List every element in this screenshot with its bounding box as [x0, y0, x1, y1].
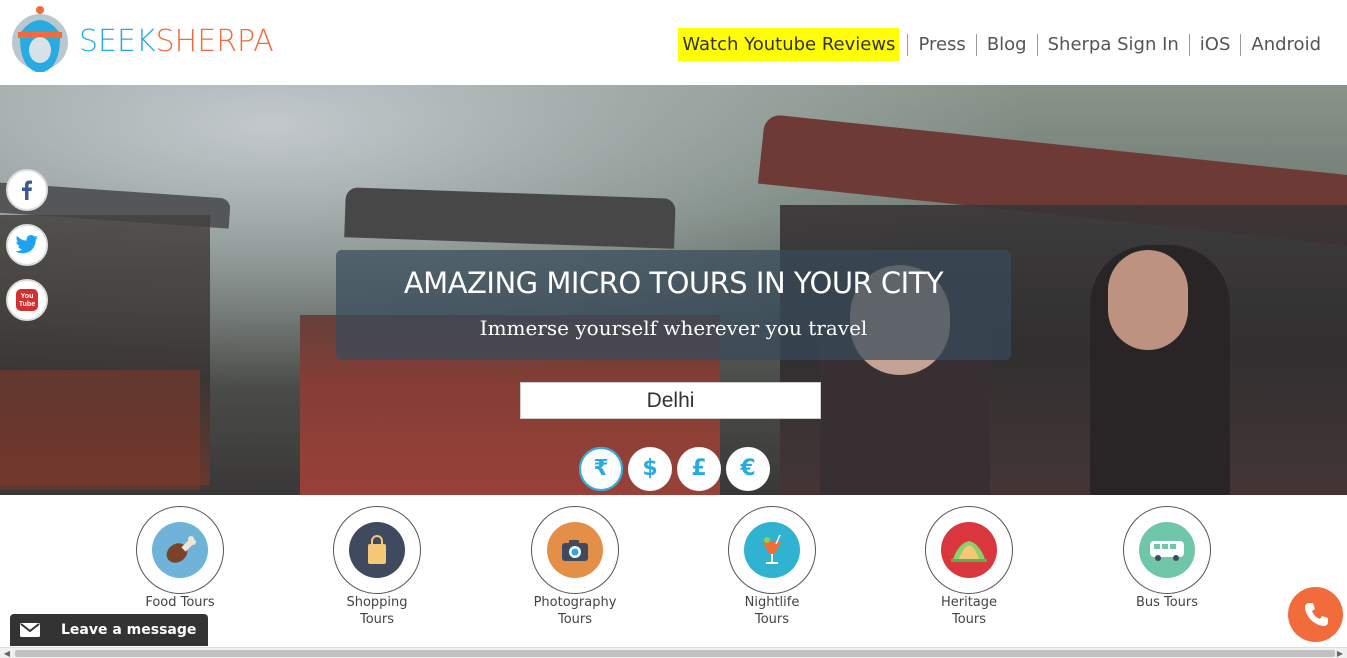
facebook-icon [22, 180, 32, 200]
envelope-icon [10, 614, 50, 646]
lotus-temple-icon [951, 541, 987, 562]
category-icon-circle [547, 522, 603, 578]
category-photography-tours[interactable]: Photography Tours [505, 506, 645, 628]
svg-text:You: You [21, 293, 34, 300]
phone-icon [1304, 602, 1328, 626]
hero-subtitle: Immerse yourself wherever you travel [479, 316, 868, 340]
category-bus-tours[interactable]: Bus Tours [1097, 506, 1237, 611]
category-label: Photography Tours [533, 595, 617, 627]
nav-press[interactable]: Press [908, 28, 975, 61]
nav-sherpa-sign-in[interactable]: Sherpa Sign In [1038, 28, 1189, 61]
category-icon-circle [349, 522, 405, 578]
category-ring [531, 506, 619, 594]
leave-message-widget[interactable]: Leave a message [10, 614, 208, 646]
facebook-button[interactable] [6, 169, 48, 211]
bus-icon [1150, 541, 1184, 561]
scroll-right-arrow[interactable]: ▶ [1335, 649, 1345, 658]
youtube-button[interactable]: You Tube [6, 279, 48, 321]
category-ring [925, 506, 1013, 594]
nav-blog[interactable]: Blog [977, 28, 1037, 61]
brand-sherpa: SHERPA [155, 24, 274, 59]
sherpa-mascot-icon [12, 6, 68, 72]
currency-switcher: ₹ $ £ € [579, 447, 770, 491]
brand-seek: SEEK [79, 24, 156, 59]
drumstick-icon [166, 536, 196, 563]
brand-name: SEEKSHERPA [79, 24, 274, 59]
currency-usd-button[interactable]: $ [628, 447, 672, 491]
twitter-button[interactable] [6, 224, 48, 266]
hero-banner: AMAZING MICRO TOURS IN YOUR CITY Immerse… [0, 85, 1347, 495]
site-header: SEEKSHERPA Watch Youtube Reviews Press B… [0, 0, 1347, 85]
category-icon-circle [744, 522, 800, 578]
top-nav: Watch Youtube Reviews Press Blog Sherpa … [678, 28, 1321, 61]
category-label: Heritage Tours [940, 595, 998, 627]
youtube-icon: You Tube [16, 289, 38, 311]
shopping-bag-icon [368, 535, 386, 564]
currency-inr-button[interactable]: ₹ [579, 447, 623, 491]
seeksherpa-logo[interactable]: SEEKSHERPA [10, 6, 274, 76]
category-icon-circle [941, 522, 997, 578]
nav-watch-youtube-reviews[interactable]: Watch Youtube Reviews [678, 28, 900, 61]
category-icon-circle [152, 522, 208, 578]
category-icon-circle [1139, 522, 1195, 578]
category-ring [728, 506, 816, 594]
hero-title: AMAZING MICRO TOURS IN YOUR CITY [403, 266, 944, 300]
category-ring [136, 506, 224, 594]
horizontal-scrollbar[interactable]: ◀ ▶ [0, 647, 1347, 658]
call-button[interactable] [1288, 587, 1343, 642]
currency-gbp-button[interactable]: £ [677, 447, 721, 491]
category-food-tours[interactable]: Food Tours [110, 506, 250, 611]
scrollbar-thumb[interactable] [15, 650, 1335, 657]
scroll-left-arrow[interactable]: ◀ [2, 649, 12, 658]
category-label: Nightlife Tours [744, 595, 800, 627]
hero-headline-box: AMAZING MICRO TOURS IN YOUR CITY Immerse… [336, 250, 1011, 360]
category-heritage-tours[interactable]: Heritage Tours [899, 506, 1039, 628]
currency-eur-button[interactable]: € [726, 447, 770, 491]
city-selector[interactable]: Delhi [520, 382, 821, 419]
leave-message-label: Leave a message [61, 622, 197, 638]
category-label: Bus Tours [1135, 595, 1199, 610]
category-label: Shopping Tours [346, 595, 408, 627]
twitter-icon [15, 235, 38, 254]
svg-text:Tube: Tube [19, 301, 35, 308]
category-nightlife-tours[interactable]: Nightlife Tours [702, 506, 842, 628]
nav-ios[interactable]: iOS [1190, 28, 1241, 61]
category-ring [1123, 506, 1211, 594]
camera-icon [562, 540, 588, 561]
category-ring [333, 506, 421, 594]
cocktail-icon [763, 534, 781, 564]
category-shopping-tours[interactable]: Shopping Tours [307, 506, 447, 628]
category-label: Food Tours [145, 595, 215, 610]
nav-android[interactable]: Android [1241, 28, 1321, 61]
